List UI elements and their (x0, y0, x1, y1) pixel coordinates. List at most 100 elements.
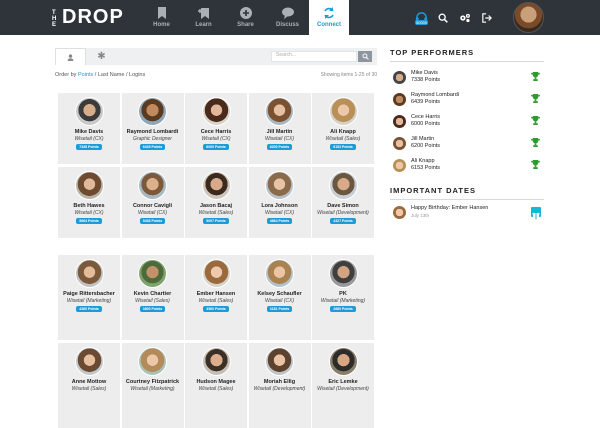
person-card[interactable]: Courtney Fitzpatrick Wisetail (Marketing) (121, 343, 184, 428)
points-badge: 5664 Points (76, 218, 102, 224)
person-name: Anne Mottow (71, 379, 107, 385)
profile-photo (201, 259, 231, 288)
nav-connect[interactable]: Connect (309, 0, 349, 35)
performer-avatar (393, 114, 406, 128)
user-avatar[interactable] (513, 2, 544, 33)
refresh-icon (324, 7, 334, 19)
performer-avatar (393, 158, 406, 172)
headset-icon[interactable]: 50000 (412, 9, 430, 27)
person-card[interactable]: Hudson Magee Wisetail (Sales) (185, 343, 247, 428)
sort-prefix: Order by (55, 72, 77, 78)
person-name: Courtney Fitzpatrick (125, 379, 180, 385)
person-card[interactable]: Cece Harris Wisetail (CX) 6000 Points (185, 93, 247, 164)
sort-logins-link[interactable]: Logins (129, 72, 145, 78)
performer-name: Raymond Lombardi (411, 92, 459, 98)
sort-lastname-link[interactable]: Last Name (98, 72, 125, 78)
profile-photo (265, 97, 294, 126)
plus-bookmark-icon (197, 8, 209, 19)
person-card[interactable]: Connor Cavigli Wisetail (CX) 5436 Points (121, 167, 184, 238)
person-title: Wisetail (CX) (264, 136, 295, 142)
points-badge: 6200 Points (266, 144, 293, 150)
nav-connect-label: Connect (317, 22, 341, 28)
person-title: Wisetail (Marketing) (66, 298, 112, 304)
sort-separator: / (125, 72, 128, 78)
search-button[interactable] (358, 51, 372, 62)
profile-photo (138, 347, 167, 376)
search-icon[interactable] (434, 9, 452, 27)
nav-discuss-label: Discuss (275, 22, 299, 28)
performer-item[interactable]: Jill Martin 6200 Points (390, 132, 544, 154)
nav-home[interactable]: Home (141, 0, 182, 35)
sort-points-link[interactable]: Points (78, 72, 93, 78)
trophy-icon (531, 116, 540, 125)
performer-item[interactable]: Raymond Lombardi 6439 Points (390, 88, 544, 110)
logo-small-text: THE (52, 10, 58, 28)
top-performers-heading: TOP PERFORMERS (390, 48, 544, 62)
tab-people[interactable] (55, 48, 86, 65)
person-card[interactable]: Jason Bacaj Wisetail (Sales) 5007 Points (185, 167, 247, 238)
person-title: Wisetail (Marketing) (320, 298, 366, 304)
person-card[interactable]: PK Wisetail (Marketing) 2880 Points (312, 255, 374, 340)
person-name: Mike Davis (74, 129, 104, 135)
person-card[interactable]: Kevin Chartier Wisetail (Sales) 3800 Point… (121, 255, 184, 340)
gift-icon (531, 207, 541, 219)
app-logo[interactable]: THE DROP (52, 6, 124, 29)
performer-name: Jill Martin (411, 136, 435, 142)
person-card[interactable]: Beth Hawes Wisetail (CX) 5664 Points (58, 167, 120, 238)
person-card[interactable]: Ali Knapp Wisetail (Sales) 6153 Points (312, 93, 374, 164)
nav-share-label: Share (237, 22, 254, 28)
profile-photo (74, 259, 104, 288)
person-card[interactable]: Anne Mottow Wisetail (Sales) (58, 343, 120, 428)
date-avatar (393, 205, 406, 219)
tab-favorites[interactable]: ✱ (86, 48, 117, 65)
logout-icon[interactable] (478, 9, 496, 27)
points-badge: 4360 Points (76, 306, 102, 312)
person-card[interactable]: Dave Simon Wisetail (Development) 4327 Poi… (312, 167, 374, 238)
nav-learn-label: Learn (195, 22, 212, 28)
person-card[interactable]: Moriah Ellig Wisetail (Development) (248, 343, 311, 428)
performer-item[interactable]: Mike Davis 7338 Points (390, 66, 544, 88)
person-card[interactable]: Eric Lemke Wisetail (Development) (312, 343, 374, 428)
nav-learn[interactable]: Learn (183, 0, 224, 35)
points-badge: 4327 Points (330, 218, 356, 224)
person-name: Dave Simon (327, 203, 359, 209)
profile-photo (265, 259, 294, 288)
performer-avatar (393, 92, 406, 106)
person-card[interactable]: Jill Martin Wisetail (CX) 6200 Points (248, 93, 311, 164)
asterisk-icon: ✱ (97, 51, 106, 62)
performer-item[interactable]: Cece Harris 6000 Points (390, 110, 544, 132)
search-input[interactable]: Search... (271, 51, 357, 62)
search-icon (361, 53, 369, 60)
top-performers-list: Mike Davis 7338 Points Raymond Lombardi 64… (390, 66, 544, 176)
person-card[interactable]: Mike Davis Wisetail (CX) 7338 Points (58, 93, 120, 164)
person-card[interactable]: Kelsey Schaufler Wisetail (CX) 3181 Points (248, 255, 311, 340)
right-sidebar: TOP PERFORMERS Mike Davis 7338 Points Ray… (390, 48, 544, 224)
performer-item[interactable]: Ali Knapp 6153 Points (390, 154, 544, 176)
plus-circle-icon (239, 7, 252, 19)
person-title: Graphic Designer (133, 136, 172, 142)
person-title: Wisetail (Sales) (198, 210, 234, 216)
person-name: Jill Martin (266, 129, 293, 135)
person-title: Wisetail (Development) (317, 210, 369, 216)
logo-main-text: DROP (62, 6, 124, 28)
trophy-icon (531, 138, 540, 147)
date-item[interactable]: Happy Birthday: Ember Hansen July 13th (390, 200, 544, 224)
performer-name: Cece Harris (411, 114, 441, 120)
nav-share[interactable]: Share (225, 0, 266, 35)
person-card[interactable]: Lora Johnson Wisetail (CX) 4664 Points (248, 167, 311, 238)
people-directory: ✱ Search... Order by Points / Last Name … (55, 48, 377, 428)
nav-discuss[interactable]: Discuss (267, 0, 308, 35)
person-name: Raymond Lombardi (126, 129, 179, 135)
performer-points: 6153 Points (411, 165, 441, 171)
trophy-icon (531, 160, 540, 169)
points-badge: 6153 Points (330, 144, 356, 150)
profile-photo (328, 97, 358, 126)
bookmark-icon (157, 7, 166, 19)
person-card[interactable]: Ember Hansen Wisetail (Sales) 3560 Points (185, 255, 247, 340)
person-card[interactable]: Paige Rittersbacher Wisetail (Marketing) 4… (58, 255, 120, 340)
settings-gears-icon[interactable] (456, 9, 474, 27)
main-nav: Home Learn Share Discuss Connect (141, 0, 350, 35)
points-badge: 4664 Points (266, 218, 293, 224)
person-card[interactable]: Raymond Lombardi Graphic Designer 6439 Poi… (121, 93, 184, 164)
person-title: Wisetail (Sales) (325, 136, 361, 142)
